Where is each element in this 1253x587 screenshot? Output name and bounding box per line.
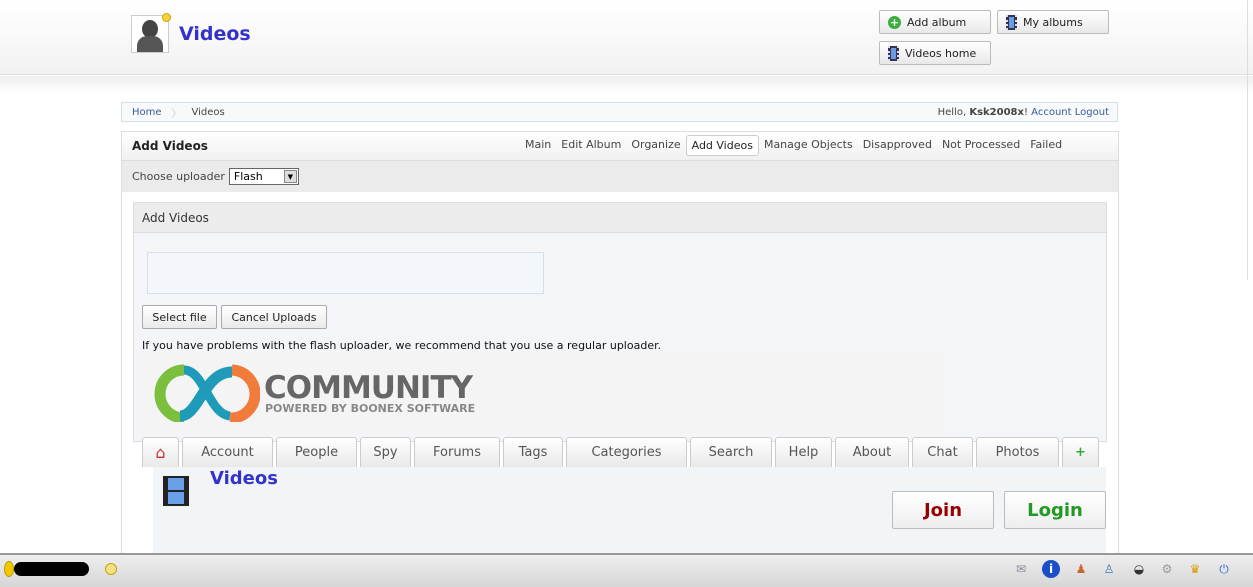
home-icon: ⌂ [155, 443, 166, 462]
tab-search[interactable]: Search [690, 437, 772, 467]
divider [1247, 0, 1248, 280]
join-button[interactable]: Join [892, 491, 994, 529]
info-icon[interactable]: i [1042, 560, 1060, 578]
videos-home-label: Videos home [905, 46, 977, 60]
profile-icon[interactable]: ♙ [1100, 560, 1118, 578]
menu-organize[interactable]: Organize [626, 135, 685, 156]
menu-edit-album[interactable]: Edit Album [556, 135, 626, 156]
tab-categories[interactable]: Categories [566, 437, 687, 467]
power-icon[interactable]: ⏻ [1215, 560, 1233, 578]
greeting-text: Hello, [937, 106, 970, 118]
tab-forums[interactable]: Forums [414, 437, 500, 467]
status-icon[interactable] [4, 561, 14, 577]
menu-failed[interactable]: Failed [1025, 135, 1067, 156]
block-title: Videos [210, 468, 278, 489]
tab-account[interactable]: Account [182, 437, 273, 467]
box-header: Add Videos Main Edit Album Organize Add … [122, 132, 1118, 161]
add-icon: + [1075, 445, 1086, 460]
dashboard-icon[interactable]: ◒ [1130, 560, 1148, 578]
plus-icon: + [888, 15, 901, 29]
uploader-value: Flash [233, 170, 263, 183]
menu-not-processed[interactable]: Not Processed [937, 135, 1025, 156]
film-icon [888, 45, 899, 61]
settings-icon[interactable]: ⚙ [1158, 560, 1176, 578]
username: Ksk2008x [969, 106, 1024, 118]
bottom-toolbar [0, 553, 1253, 587]
tab-chat[interactable]: Chat [912, 437, 973, 467]
menu-disapproved[interactable]: Disapproved [858, 135, 937, 156]
account-link[interactable]: Account [1031, 107, 1071, 118]
tab-about[interactable]: About [835, 437, 909, 467]
tab-tags[interactable]: Tags [503, 437, 563, 467]
community-logo-icon [154, 364, 260, 422]
tab-add[interactable]: + [1062, 437, 1099, 467]
chat-icon[interactable] [105, 563, 117, 575]
chevron-down-icon: ▼ [283, 170, 297, 183]
breadcrumb: Home 〉 Videos Hello, Ksk2008x! Account Lo… [121, 102, 1118, 122]
film-icon [1006, 14, 1017, 30]
greeting-punct: ! [1023, 106, 1028, 118]
logo-tagline: POWERED BY BOONEX SOFTWARE [265, 402, 476, 415]
videos-home-button[interactable]: Videos home [879, 41, 991, 65]
menu-main[interactable]: Main [520, 135, 556, 156]
page-title: Videos [179, 23, 251, 45]
menu-add-videos[interactable]: Add Videos [685, 135, 759, 156]
my-albums-label: My albums [1023, 15, 1083, 29]
username-redacted [14, 562, 89, 576]
messages-icon[interactable]: ✉ [1012, 560, 1030, 578]
site-logo[interactable]: COMMUNITY POWERED BY BOONEX SOFTWARE [142, 352, 942, 435]
breadcrumb-separator: 〉 [171, 108, 182, 120]
status-icon [162, 13, 171, 22]
logout-link[interactable]: Logout [1075, 107, 1109, 118]
tab-people[interactable]: People [276, 437, 357, 467]
box-menu: Main Edit Album Organize Add Videos Mana… [520, 135, 1067, 156]
logo-name: COMMUNITY [264, 370, 473, 406]
tab-home[interactable]: ⌂ [142, 437, 179, 467]
uploader-notice: If you have problems with the flash uplo… [142, 339, 662, 352]
box-title: Add Videos [132, 139, 208, 153]
tab-help[interactable]: Help [775, 437, 832, 467]
select-file-button[interactable]: Select file [142, 305, 217, 329]
add-album-label: Add album [907, 15, 967, 29]
add-album-button[interactable]: + Add album [879, 10, 991, 34]
header-shadow [0, 76, 1253, 94]
tab-photos[interactable]: Photos [976, 437, 1059, 467]
membership-icon[interactable]: ♛ [1186, 560, 1204, 578]
film-icon [163, 476, 189, 506]
login-button[interactable]: Login [1004, 491, 1106, 529]
friends-icon[interactable]: ♟ [1072, 560, 1090, 578]
avatar[interactable] [131, 13, 171, 53]
breadcrumb-home[interactable]: Home [122, 107, 172, 118]
tab-spy[interactable]: Spy [360, 437, 411, 467]
flash-uploader-area[interactable] [147, 252, 544, 294]
breadcrumb-videos: Videos [191, 106, 225, 118]
uploader-label: Choose uploader [132, 170, 225, 183]
upload-panel-title: Add Videos [134, 203, 1106, 233]
menu-manage-objects[interactable]: Manage Objects [759, 135, 858, 156]
uploader-select[interactable]: Flash ▼ [228, 168, 299, 185]
user-greeting: Hello, Ksk2008x! Account Logout [938, 107, 1117, 118]
my-albums-button[interactable]: My albums [997, 10, 1109, 34]
uploader-row: Choose uploader Flash ▼ [122, 161, 1118, 192]
cancel-uploads-button[interactable]: Cancel Uploads [221, 305, 327, 329]
